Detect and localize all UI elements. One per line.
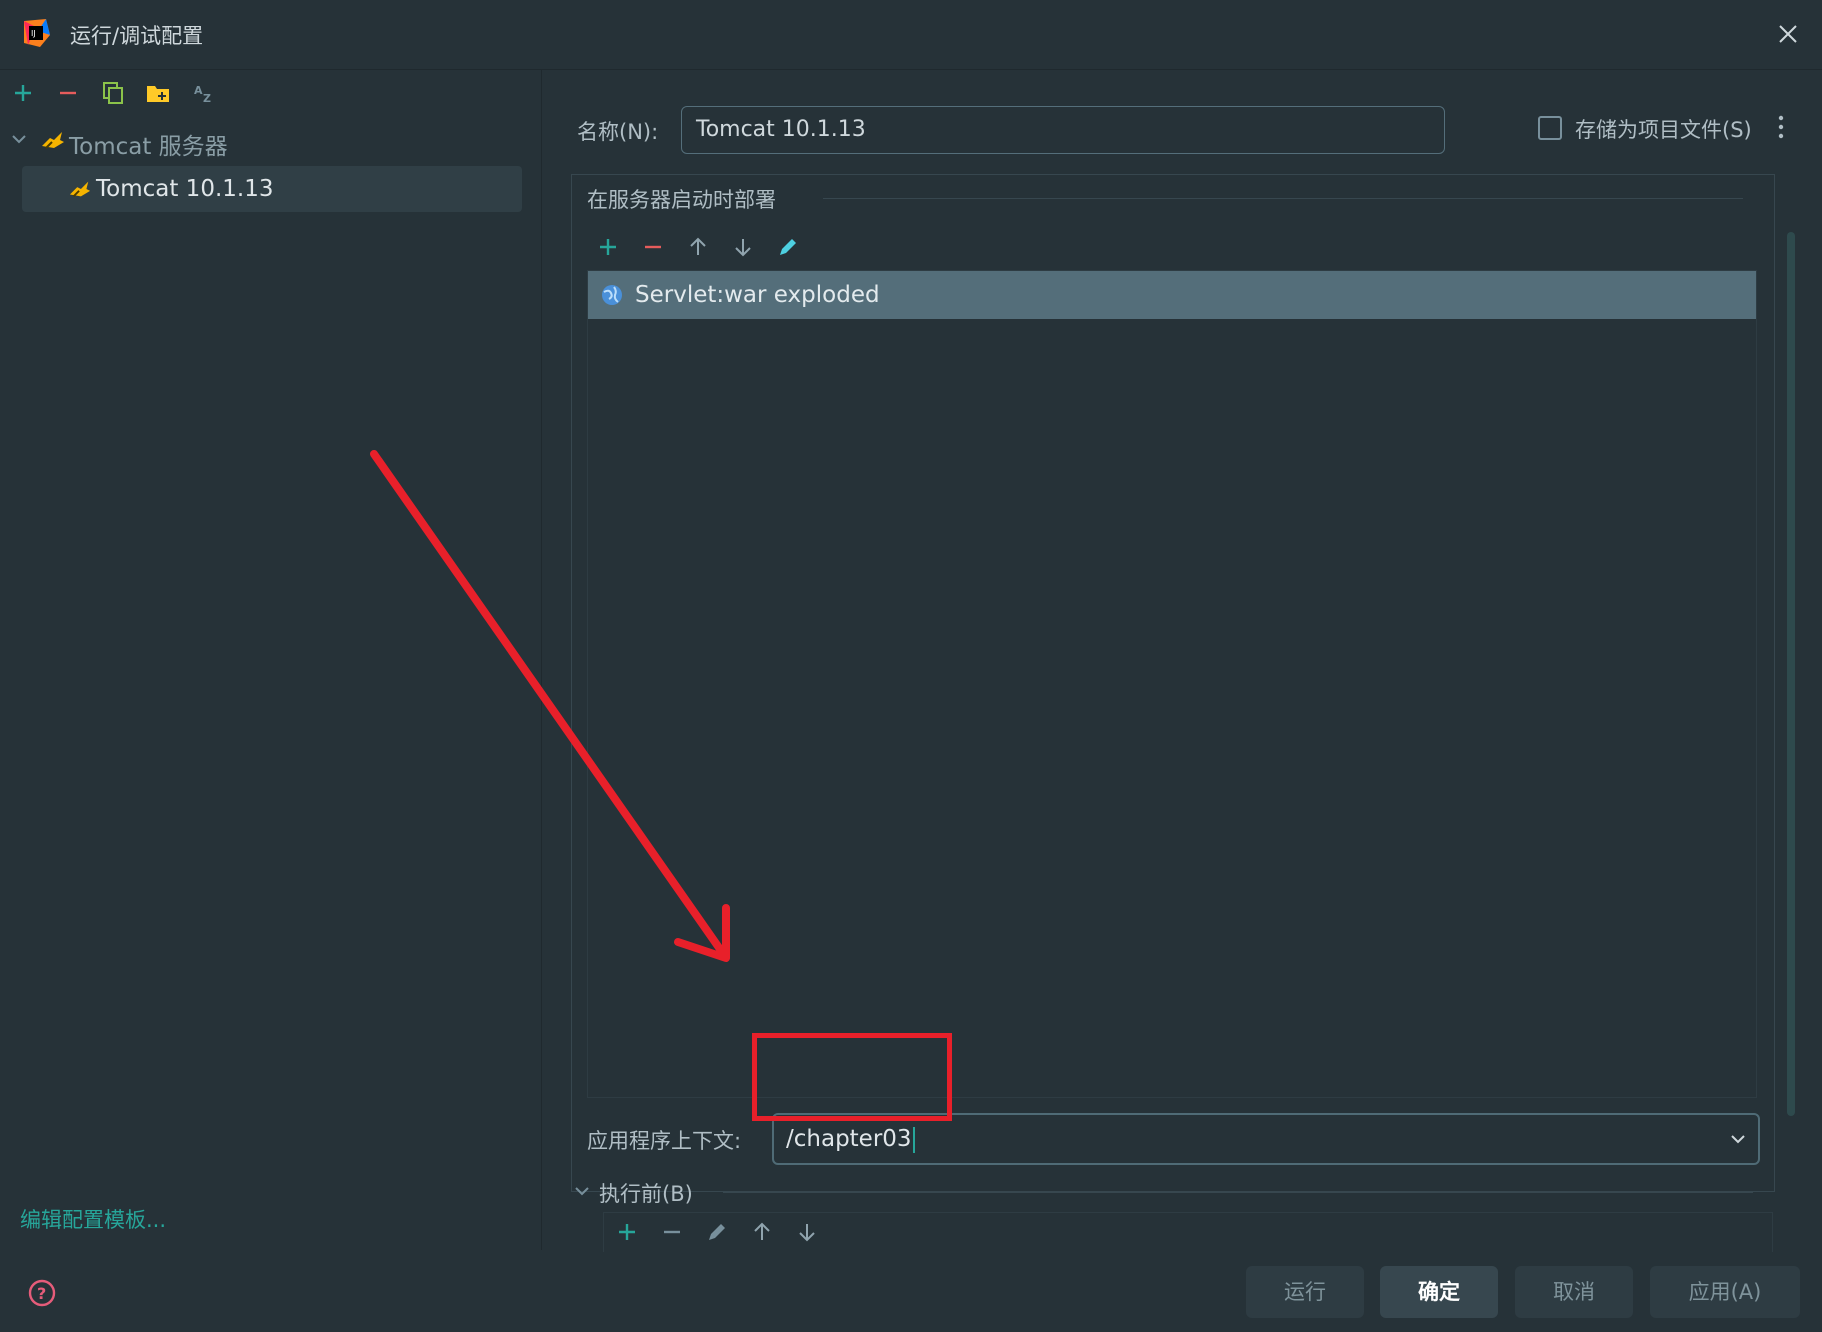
tree-item-tomcat-10-1-13[interactable]: Tomcat 10.1.13 [22,166,522,212]
application-context-combobox[interactable]: /chapter03 [772,1113,1760,1165]
close-icon[interactable] [1776,22,1800,46]
sort-az-icon[interactable]: A Z [192,80,218,106]
section-divider [723,1192,1753,1193]
sidebar-toolbar: A Z [0,70,542,116]
intellij-app-icon: IJ [24,19,50,47]
chevron-down-icon[interactable] [1728,1129,1748,1149]
before-launch-label[interactable]: 执行前(B) [599,1178,693,1208]
globe-icon [602,285,622,305]
store-as-project-file-label[interactable]: 存储为项目文件(S) [1575,114,1752,144]
svg-text:IJ: IJ [31,29,36,38]
name-label: 名称(N): [577,120,659,144]
apply-button[interactable]: 应用(A) [1650,1266,1800,1318]
add-artifact-icon[interactable] [595,234,621,260]
tree-group-tomcat-server[interactable]: Tomcat 服务器 [10,124,530,160]
edit-pencil-icon[interactable] [775,234,801,260]
tree-item-label: Tomcat 10.1.13 [96,176,274,202]
application-context-label: 应用程序上下文: [587,1129,742,1153]
remove-artifact-icon[interactable] [640,234,666,260]
remove-icon[interactable] [55,80,81,106]
move-up-icon[interactable] [749,1219,775,1245]
scrollbar[interactable] [1787,232,1795,1116]
svg-text:A: A [194,84,203,97]
before-launch-toolbar [603,1212,1773,1252]
move-up-icon[interactable] [685,234,711,260]
application-context-value[interactable]: /chapter03 [786,1126,915,1153]
store-as-project-file-checkbox[interactable] [1538,116,1562,140]
name-input[interactable]: Tomcat 10.1.13 [681,106,1445,154]
deploy-section-title: 在服务器启动时部署 [587,184,786,214]
svg-text:?: ? [37,1284,46,1303]
before-launch-section: 执行前(B) [573,1170,1803,1252]
tree-group-label: Tomcat 服务器 [69,134,228,160]
configuration-editor: 名称(N): Tomcat 10.1.13 存储为项目文件(S) 在服务器启动时… [543,70,1822,1252]
cancel-button[interactable]: 取消 [1515,1266,1633,1318]
folder-add-icon[interactable] [145,80,171,106]
tomcat-icon [42,132,64,149]
edit-templates-link[interactable]: 编辑配置模板... [20,1204,166,1234]
move-down-icon[interactable] [794,1219,820,1245]
run-button[interactable]: 运行 [1246,1266,1364,1318]
add-task-icon[interactable] [614,1219,640,1245]
help-icon[interactable]: ? [26,1277,58,1309]
context-text: /chapter03 [786,1126,912,1152]
list-item[interactable]: Servlet:war exploded [588,271,1756,319]
ok-button[interactable]: 确定 [1380,1266,1498,1318]
more-options-icon[interactable] [1777,114,1785,140]
tomcat-icon [69,181,91,197]
configurations-sidebar: A Z Tomcat 服务器 Tomcat 10.1.13 编辑配置模板... [0,70,542,1250]
artifact-label: Servlet:war exploded [635,282,880,308]
section-divider [823,198,1743,199]
edit-task-icon[interactable] [704,1219,730,1245]
chevron-down-icon[interactable] [10,130,28,148]
title-bar: IJ 运行/调试配置 [0,0,1822,70]
artifact-toolbar [587,226,1757,270]
move-down-icon[interactable] [730,234,756,260]
artifact-list: Servlet:war exploded [587,270,1757,1098]
window-title: 运行/调试配置 [70,24,204,48]
add-icon[interactable] [10,80,36,106]
svg-text:Z: Z [203,92,211,105]
remove-task-icon[interactable] [659,1219,685,1245]
copy-icon[interactable] [100,80,126,106]
chevron-down-icon[interactable] [573,1182,591,1200]
text-caret [912,1126,915,1153]
